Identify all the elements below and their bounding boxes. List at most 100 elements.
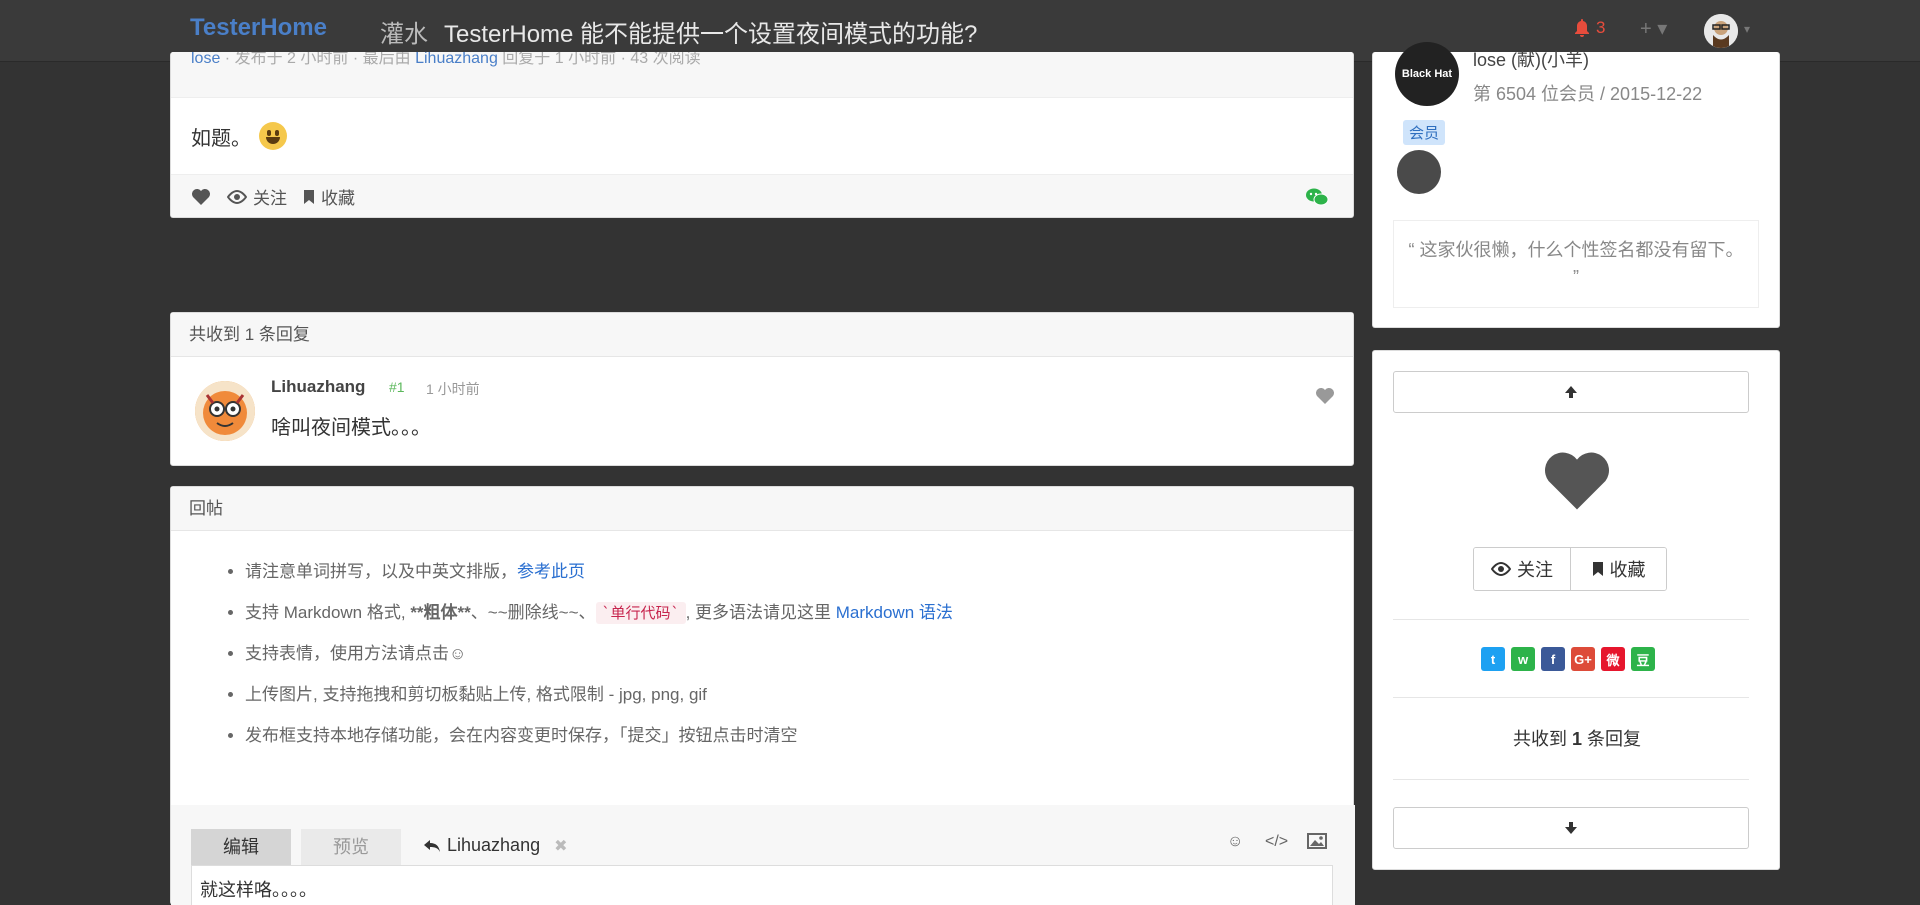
topic-actions-sidebar: 关注 收藏 t w f G+ 微 豆 共收到 1 条回复 bbox=[1372, 350, 1780, 870]
heart-icon bbox=[1316, 388, 1334, 404]
published-time: 2 小时前 bbox=[287, 52, 349, 67]
author-name[interactable]: lose (献)(小羊) bbox=[1473, 46, 1589, 72]
reply-count-suffix: 条回复 bbox=[1587, 729, 1642, 749]
editor-toolbar: 编辑 预览 Lihuazhang ✖ ☺ </> 就这样咯。。。。 bbox=[171, 805, 1355, 905]
topic-body: 如题。 bbox=[171, 98, 1353, 174]
member-badge: 会员 bbox=[1403, 120, 1446, 145]
composer-tips: 请注意单词拼写，以及中英文排版，参考此页 支持 Markdown 格式, **粗… bbox=[171, 531, 1353, 756]
brand-logo[interactable]: TesterHome bbox=[190, 14, 327, 42]
chevron-down-icon[interactable]: ▾ bbox=[1744, 22, 1750, 36]
tab-preview[interactable]: 预览 bbox=[301, 829, 401, 865]
eye-icon bbox=[1491, 562, 1511, 576]
reply-to-user: Lihuazhang bbox=[447, 835, 541, 855]
tip-code: `单行代码` bbox=[595, 602, 686, 624]
reply-count-prefix: 共收到 bbox=[1512, 729, 1567, 749]
tip-bold: **粗体** bbox=[410, 603, 471, 622]
tip-text: 支持表情，使用方法请点击☺ bbox=[245, 644, 467, 663]
replied-time: 1 小时前 bbox=[554, 52, 617, 67]
topic-body-text: 如题。 bbox=[191, 127, 251, 150]
tip-item: 支持表情，使用方法请点击☺ bbox=[245, 633, 1353, 674]
tip-text: , 更多语法请见这里 bbox=[685, 603, 836, 622]
team-avatar[interactable] bbox=[1397, 150, 1441, 194]
published-label: 发布于 bbox=[234, 52, 283, 67]
topic-panel: lose · 发布于 2 小时前 · 最后由 Lihuazhang 回复于 1 … bbox=[170, 52, 1354, 218]
reply-count: 共收到 1 条回复 bbox=[1373, 725, 1781, 751]
reply-username[interactable]: Lihuazhang bbox=[271, 377, 365, 397]
tip-text: 请注意单词拼写，以及中英文排版， bbox=[245, 562, 517, 581]
facebook-icon[interactable]: f bbox=[1541, 647, 1565, 671]
divider bbox=[1393, 697, 1749, 698]
reply-body: 啥叫夜间模式。。。 bbox=[271, 417, 431, 439]
follow-button[interactable]: 关注 bbox=[227, 184, 287, 209]
divider bbox=[1393, 779, 1749, 780]
follow-favorite-group: 关注 收藏 bbox=[1473, 547, 1667, 591]
notification-count: 3 bbox=[1596, 18, 1606, 37]
like-button[interactable] bbox=[191, 188, 211, 206]
tip-text: 上传图片, 支持拖拽和剪切板黏贴上传, 格式限制 - jpg, png, gif bbox=[245, 685, 707, 704]
scroll-bottom-button[interactable] bbox=[1393, 807, 1749, 849]
heart-icon[interactable] bbox=[1541, 449, 1613, 518]
tip-text: 发布框支持本地存储功能，会在内容变更时保存，「提交」按钮点击时清空 bbox=[245, 726, 798, 745]
tip-item: 请注意单词拼写，以及中英文排版，参考此页 bbox=[245, 551, 1353, 592]
author-link[interactable]: lose bbox=[191, 52, 220, 67]
replies-heading: 共收到 1 条回复 bbox=[171, 313, 1353, 357]
reply-arrow-icon bbox=[424, 839, 440, 852]
follow-label: 关注 bbox=[253, 189, 287, 208]
wechat-share-icon[interactable] bbox=[1305, 187, 1329, 212]
weibo-icon[interactable]: 微 bbox=[1601, 647, 1625, 671]
last-reply-user-link[interactable]: Lihuazhang bbox=[415, 52, 498, 67]
wechat-icon[interactable]: w bbox=[1511, 647, 1535, 671]
code-icon[interactable]: </> bbox=[1265, 833, 1288, 851]
smile-emoji-icon bbox=[259, 122, 287, 150]
tab-edit[interactable]: 编辑 bbox=[191, 829, 291, 865]
douban-icon[interactable]: 豆 bbox=[1631, 647, 1655, 671]
composer-heading: 回帖 bbox=[171, 487, 1353, 531]
bell-icon bbox=[1575, 19, 1589, 37]
arrow-down-icon bbox=[1565, 822, 1577, 834]
view-count: 43 次阅读 bbox=[630, 52, 701, 67]
scroll-top-button[interactable] bbox=[1393, 371, 1749, 413]
tip-item: 支持 Markdown 格式, **粗体**、~~删除线~~、`单行代码`, 更… bbox=[245, 592, 1353, 633]
signature: “ 这家伙很懒，什么个性签名都没有留下。 ” bbox=[1393, 220, 1759, 308]
bookmark-icon bbox=[1592, 562, 1603, 576]
favorite-label: 收藏 bbox=[321, 189, 355, 208]
reply-floor[interactable]: #1 bbox=[389, 379, 405, 395]
notifications-button[interactable]: 3 bbox=[1574, 18, 1605, 38]
reply-textarea[interactable]: 就这样咯。。。。 bbox=[191, 865, 1333, 905]
reply-like-button[interactable] bbox=[1315, 387, 1335, 410]
heart-icon bbox=[192, 188, 210, 205]
arrow-up-icon bbox=[1565, 386, 1577, 398]
eye-icon bbox=[227, 189, 247, 204]
tip-text: 支持 Markdown 格式, bbox=[245, 603, 411, 622]
sidebar-favorite-button[interactable]: 收藏 bbox=[1570, 548, 1666, 590]
twitter-icon[interactable]: t bbox=[1481, 647, 1505, 671]
replied-label: 回复于 bbox=[502, 52, 551, 67]
author-avatar[interactable]: Black Hat bbox=[1395, 42, 1459, 106]
topic-meta: lose · 发布于 2 小时前 · 最后由 Lihuazhang 回复于 1 … bbox=[171, 52, 1353, 98]
reference-link[interactable]: 参考此页 bbox=[517, 562, 585, 581]
tip-item: 上传图片, 支持拖拽和剪切板黏贴上传, 格式限制 - jpg, png, gif bbox=[245, 674, 1353, 715]
favorite-label: 收藏 bbox=[1609, 560, 1646, 580]
tip-item: 发布框支持本地存储功能，会在内容变更时保存，「提交」按钮点击时清空 bbox=[245, 715, 1353, 756]
image-upload-icon[interactable] bbox=[1307, 833, 1327, 854]
member-info: 第 6504 位会员 / 2015-12-22 bbox=[1473, 84, 1703, 104]
new-topic-icon[interactable]: + ▾ bbox=[1640, 16, 1667, 41]
favorite-button[interactable]: 收藏 bbox=[303, 184, 355, 209]
follow-label: 关注 bbox=[1517, 560, 1553, 580]
replies-panel: 共收到 1 条回复 Lihuazhang #1 1 小时前 啥叫夜间模式。。。 bbox=[170, 312, 1354, 466]
topic-title: TesterHome 能不能提供一个设置夜间模式的功能? bbox=[444, 21, 978, 48]
topic-actions: 关注 收藏 bbox=[171, 174, 1353, 217]
tip-text: 、~~删除线~~、 bbox=[470, 603, 596, 622]
share-buttons: t w f G+ 微 豆 bbox=[1481, 647, 1655, 671]
page-title: 灌水 TesterHome 能不能提供一个设置夜间模式的功能? bbox=[380, 14, 977, 49]
user-avatar[interactable] bbox=[1704, 14, 1738, 48]
close-icon[interactable]: ✖ bbox=[554, 836, 567, 856]
markdown-link[interactable]: Markdown 语法 bbox=[836, 603, 953, 622]
google-plus-icon[interactable]: G+ bbox=[1571, 647, 1595, 671]
reply-avatar[interactable] bbox=[195, 381, 255, 441]
reply-time: 1 小时前 bbox=[426, 381, 480, 397]
node-link[interactable]: 灌水 bbox=[380, 21, 428, 48]
emoji-picker-icon[interactable]: ☺ bbox=[1227, 833, 1243, 851]
reply-item: Lihuazhang #1 1 小时前 啥叫夜间模式。。。 bbox=[171, 357, 1353, 465]
sidebar-follow-button[interactable]: 关注 bbox=[1474, 548, 1570, 590]
